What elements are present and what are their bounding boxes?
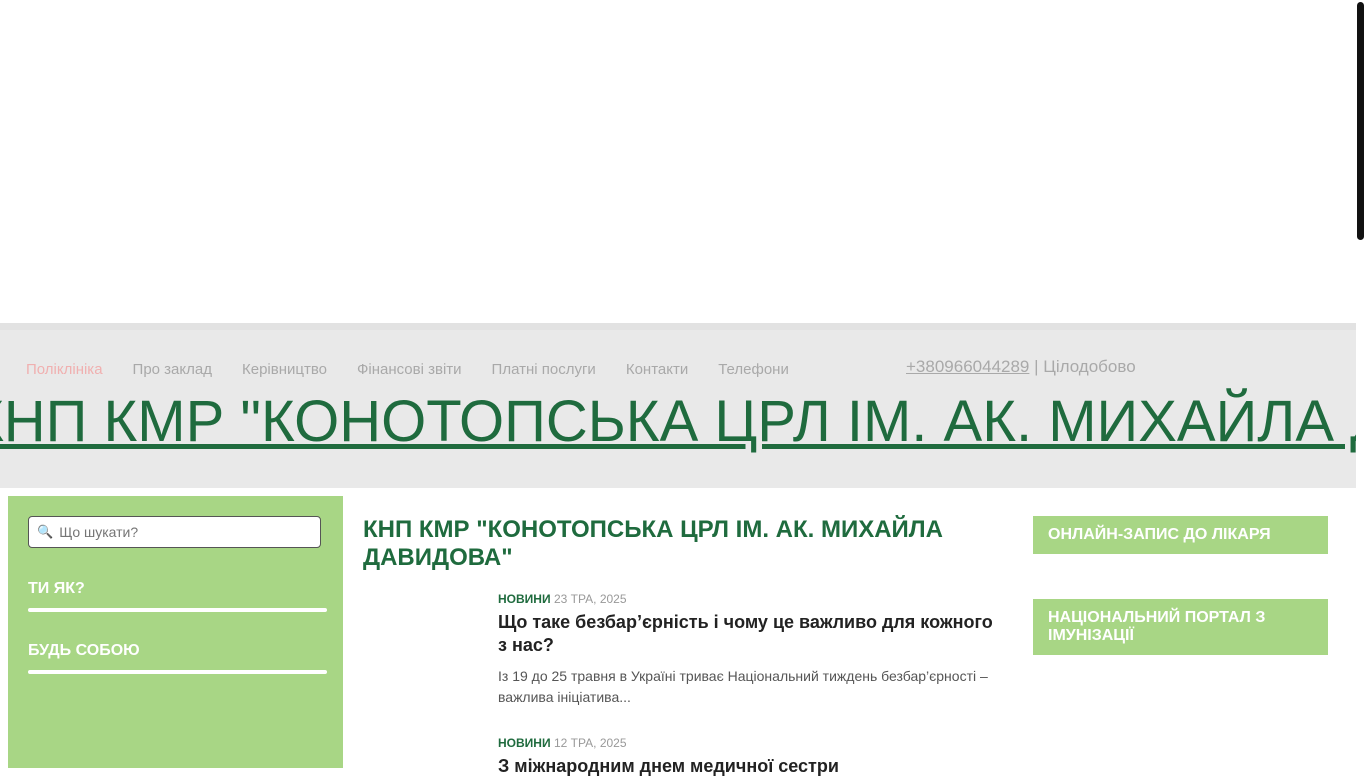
nav-item-paid-services[interactable]: Платні послуги <box>492 361 596 378</box>
site-title-link[interactable]: КНП КМР "КОНОТОПСЬКА ЦРЛ ІМ. АК. МИХАЙЛА… <box>0 388 1356 455</box>
post-excerpt: Із 19 до 25 травня в Україні триває Наці… <box>498 668 988 705</box>
header-contact: +380966044289 | Цілодобово <box>906 357 1136 377</box>
online-appointment-button[interactable]: ОНЛАЙН-ЗАПИС ДО ЛІКАРЯ <box>1033 516 1328 554</box>
nav-item-management[interactable]: Керівництво <box>242 361 327 378</box>
immunization-portal-button[interactable]: НАЦІОНАЛЬНИЙ ПОРТАЛ З ІМУНІЗАЦІЇ <box>1033 599 1328 655</box>
contact-hours: Цілодобово <box>1043 357 1136 376</box>
post-date: 23 ТРА, 2025 <box>553 592 627 606</box>
nav-item-financial-reports[interactable]: Фінансові звіти <box>357 361 462 378</box>
sidebar-heading-be-yourself[interactable]: БУДЬ СОБОЮ <box>28 642 140 660</box>
post-date: 12 ТРА, 2025 <box>553 736 627 750</box>
contact-separator: | <box>1029 357 1044 376</box>
left-sidebar: 🔍 ТИ ЯК? БУДЬ СОБОЮ <box>8 496 343 768</box>
post-category-link[interactable]: НОВИНИ <box>498 736 551 750</box>
news-post: НОВИНИ 12 ТРА, 2025 З міжнародним днем м… <box>498 736 1003 778</box>
post-category-link[interactable]: НОВИНИ <box>498 592 551 606</box>
search-box: 🔍 <box>28 516 321 548</box>
magnifier-icon: 🔍 <box>37 524 54 539</box>
post-title-link[interactable]: З міжнародним днем медичної сестри <box>498 755 1003 778</box>
post-meta: НОВИНИ 12 ТРА, 2025 <box>498 736 1003 750</box>
sidebar-divider <box>28 670 327 674</box>
site-header: Поліклініка Про заклад Керівництво Фінан… <box>0 323 1356 488</box>
page-title: КНП КМР "КОНОТОПСЬКА ЦРЛ ІМ. АК. МИХАЙЛА… <box>363 516 943 571</box>
sidebar-divider <box>28 608 327 612</box>
main-content: КНП КМР "КОНОТОПСЬКА ЦРЛ ІМ. АК. МИХАЙЛА… <box>363 516 1003 776</box>
search-input[interactable] <box>57 523 302 541</box>
news-post: НОВИНИ 23 ТРА, 2025 Що таке безбар’єрніс… <box>498 592 1003 708</box>
nav-item-phones[interactable]: Телефони <box>718 361 789 378</box>
phone-link[interactable]: +380966044289 <box>906 357 1029 376</box>
page-scrollbar[interactable] <box>1357 2 1364 240</box>
nav-item-contacts[interactable]: Контакти <box>626 361 688 378</box>
post-title-link[interactable]: Що таке безбар’єрність і чому це важливо… <box>498 611 1003 657</box>
post-meta: НОВИНИ 23 ТРА, 2025 <box>498 592 1003 606</box>
sidebar-heading-how-are-you[interactable]: ТИ ЯК? <box>28 580 85 598</box>
nav-item-polyclinic[interactable]: Поліклініка <box>26 361 103 378</box>
main-nav: Поліклініка Про заклад Керівництво Фінан… <box>26 361 819 378</box>
nav-item-about[interactable]: Про заклад <box>133 361 212 378</box>
